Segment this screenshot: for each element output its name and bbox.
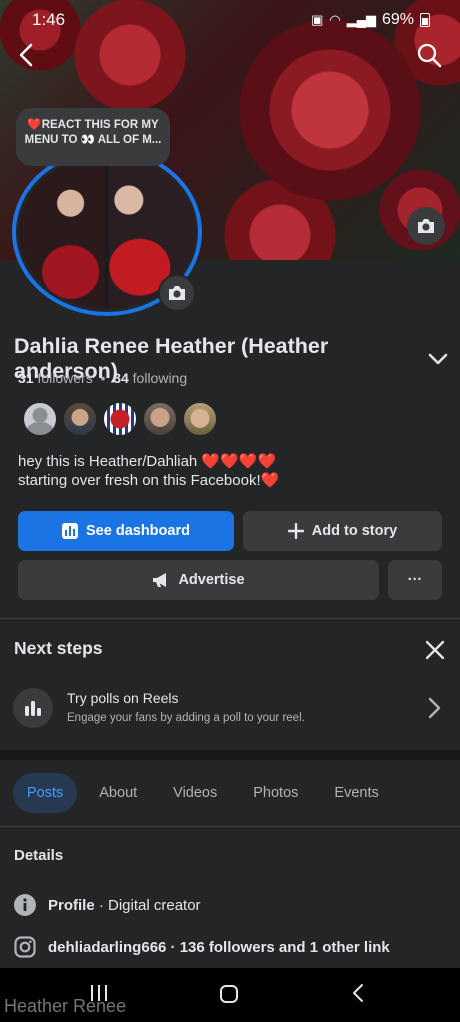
status-bar: 1:46 ▣ ◠ ▂▄▆ 69% (0, 0, 460, 40)
tab-posts[interactable]: Posts (13, 773, 78, 813)
more-options-button[interactable]: ··· (388, 560, 442, 600)
see-dashboard-label: See dashboard (86, 523, 190, 539)
details-title: Details (14, 847, 64, 864)
next-steps-title: Next steps (14, 638, 103, 658)
lock-icon: ▣ (311, 12, 324, 27)
back-arrow-icon[interactable] (12, 40, 42, 70)
detail-instagram-text: dehliadarling666 · 136 followers and 1 o… (48, 938, 390, 956)
follow-stats: 31 followers • 34 following (18, 370, 187, 386)
poll-icon (13, 688, 53, 728)
search-icon[interactable] (414, 40, 444, 70)
bio-line: hey this is Heather/Dahliah ❤️❤️❤️❤️ (18, 453, 277, 470)
avatar-camera-button[interactable] (158, 274, 196, 312)
detail-profile-label: Profile (48, 896, 95, 914)
profile-tabs: Posts About Videos Photos Events (13, 773, 401, 813)
profile-bio: hey this is Heather/Dahliah ❤️❤️❤️❤️ sta… (18, 452, 279, 490)
following-label[interactable]: following (133, 370, 187, 386)
profile-note-bubble[interactable]: ❤️REACT THIS FOR MY MENU TO 👀 ALL OF M..… (16, 108, 170, 166)
signal-icon: ▂▄▆ (346, 12, 376, 27)
status-time: 1:46 (32, 10, 66, 29)
camera-icon (169, 286, 185, 300)
next-step-subtitle: Engage your fans by adding a poll to you… (67, 712, 305, 724)
friend-avatar[interactable] (22, 401, 58, 437)
instagram-icon (14, 936, 36, 958)
profile-picture-area (10, 148, 206, 318)
next-step-title[interactable]: Try polls on Reels (67, 690, 179, 706)
nav-back-icon[interactable] (350, 982, 366, 1004)
chevron-right-icon[interactable] (424, 696, 444, 720)
followers-label[interactable]: followers (37, 370, 92, 386)
detail-profile-value: · Digital creator (94, 896, 201, 914)
watermark: Heather Renee (4, 996, 127, 1016)
stats-separator: • (100, 370, 106, 386)
home-icon[interactable] (220, 985, 238, 1003)
megaphone-icon (153, 573, 167, 587)
tab-about[interactable]: About (85, 773, 151, 813)
dashboard-icon (62, 523, 79, 539)
section-separator (0, 750, 460, 760)
bio-line: starting over fresh on this Facebook!❤️ (18, 472, 280, 489)
add-to-story-button[interactable]: Add to story (243, 511, 442, 551)
close-icon[interactable] (422, 637, 448, 663)
wifi-icon: ◠ (329, 12, 341, 27)
advertise-button[interactable]: Advertise (18, 560, 379, 600)
advertise-label: Advertise (178, 572, 245, 588)
chevron-down-icon[interactable] (426, 347, 450, 371)
battery-icon (420, 13, 430, 27)
followers-count[interactable]: 31 (18, 370, 34, 386)
camera-icon (418, 219, 434, 233)
following-count[interactable]: 34 (113, 370, 129, 386)
tabs-divider (0, 826, 460, 827)
friend-avatars[interactable] (22, 401, 218, 437)
info-icon (14, 894, 36, 916)
see-dashboard-button[interactable]: See dashboard (18, 511, 234, 551)
detail-instagram-row[interactable]: dehliadarling666 · 136 followers and 1 o… (14, 936, 390, 958)
friend-avatar[interactable] (62, 401, 98, 437)
tab-videos[interactable]: Videos (159, 773, 231, 813)
friend-avatar[interactable] (182, 401, 218, 437)
add-to-story-label: Add to story (311, 523, 398, 539)
section-divider (0, 618, 460, 619)
tab-photos[interactable]: Photos (239, 773, 312, 813)
cover-camera-button[interactable] (407, 207, 445, 245)
plus-icon (287, 523, 304, 539)
battery-percent: 69% (381, 11, 414, 28)
friend-avatar[interactable] (142, 401, 178, 437)
detail-profile-row[interactable]: Profile · Digital creator (14, 894, 201, 916)
friend-avatar[interactable] (102, 401, 138, 437)
more-options-icon: ··· (407, 572, 423, 588)
tab-events[interactable]: Events (320, 773, 392, 813)
